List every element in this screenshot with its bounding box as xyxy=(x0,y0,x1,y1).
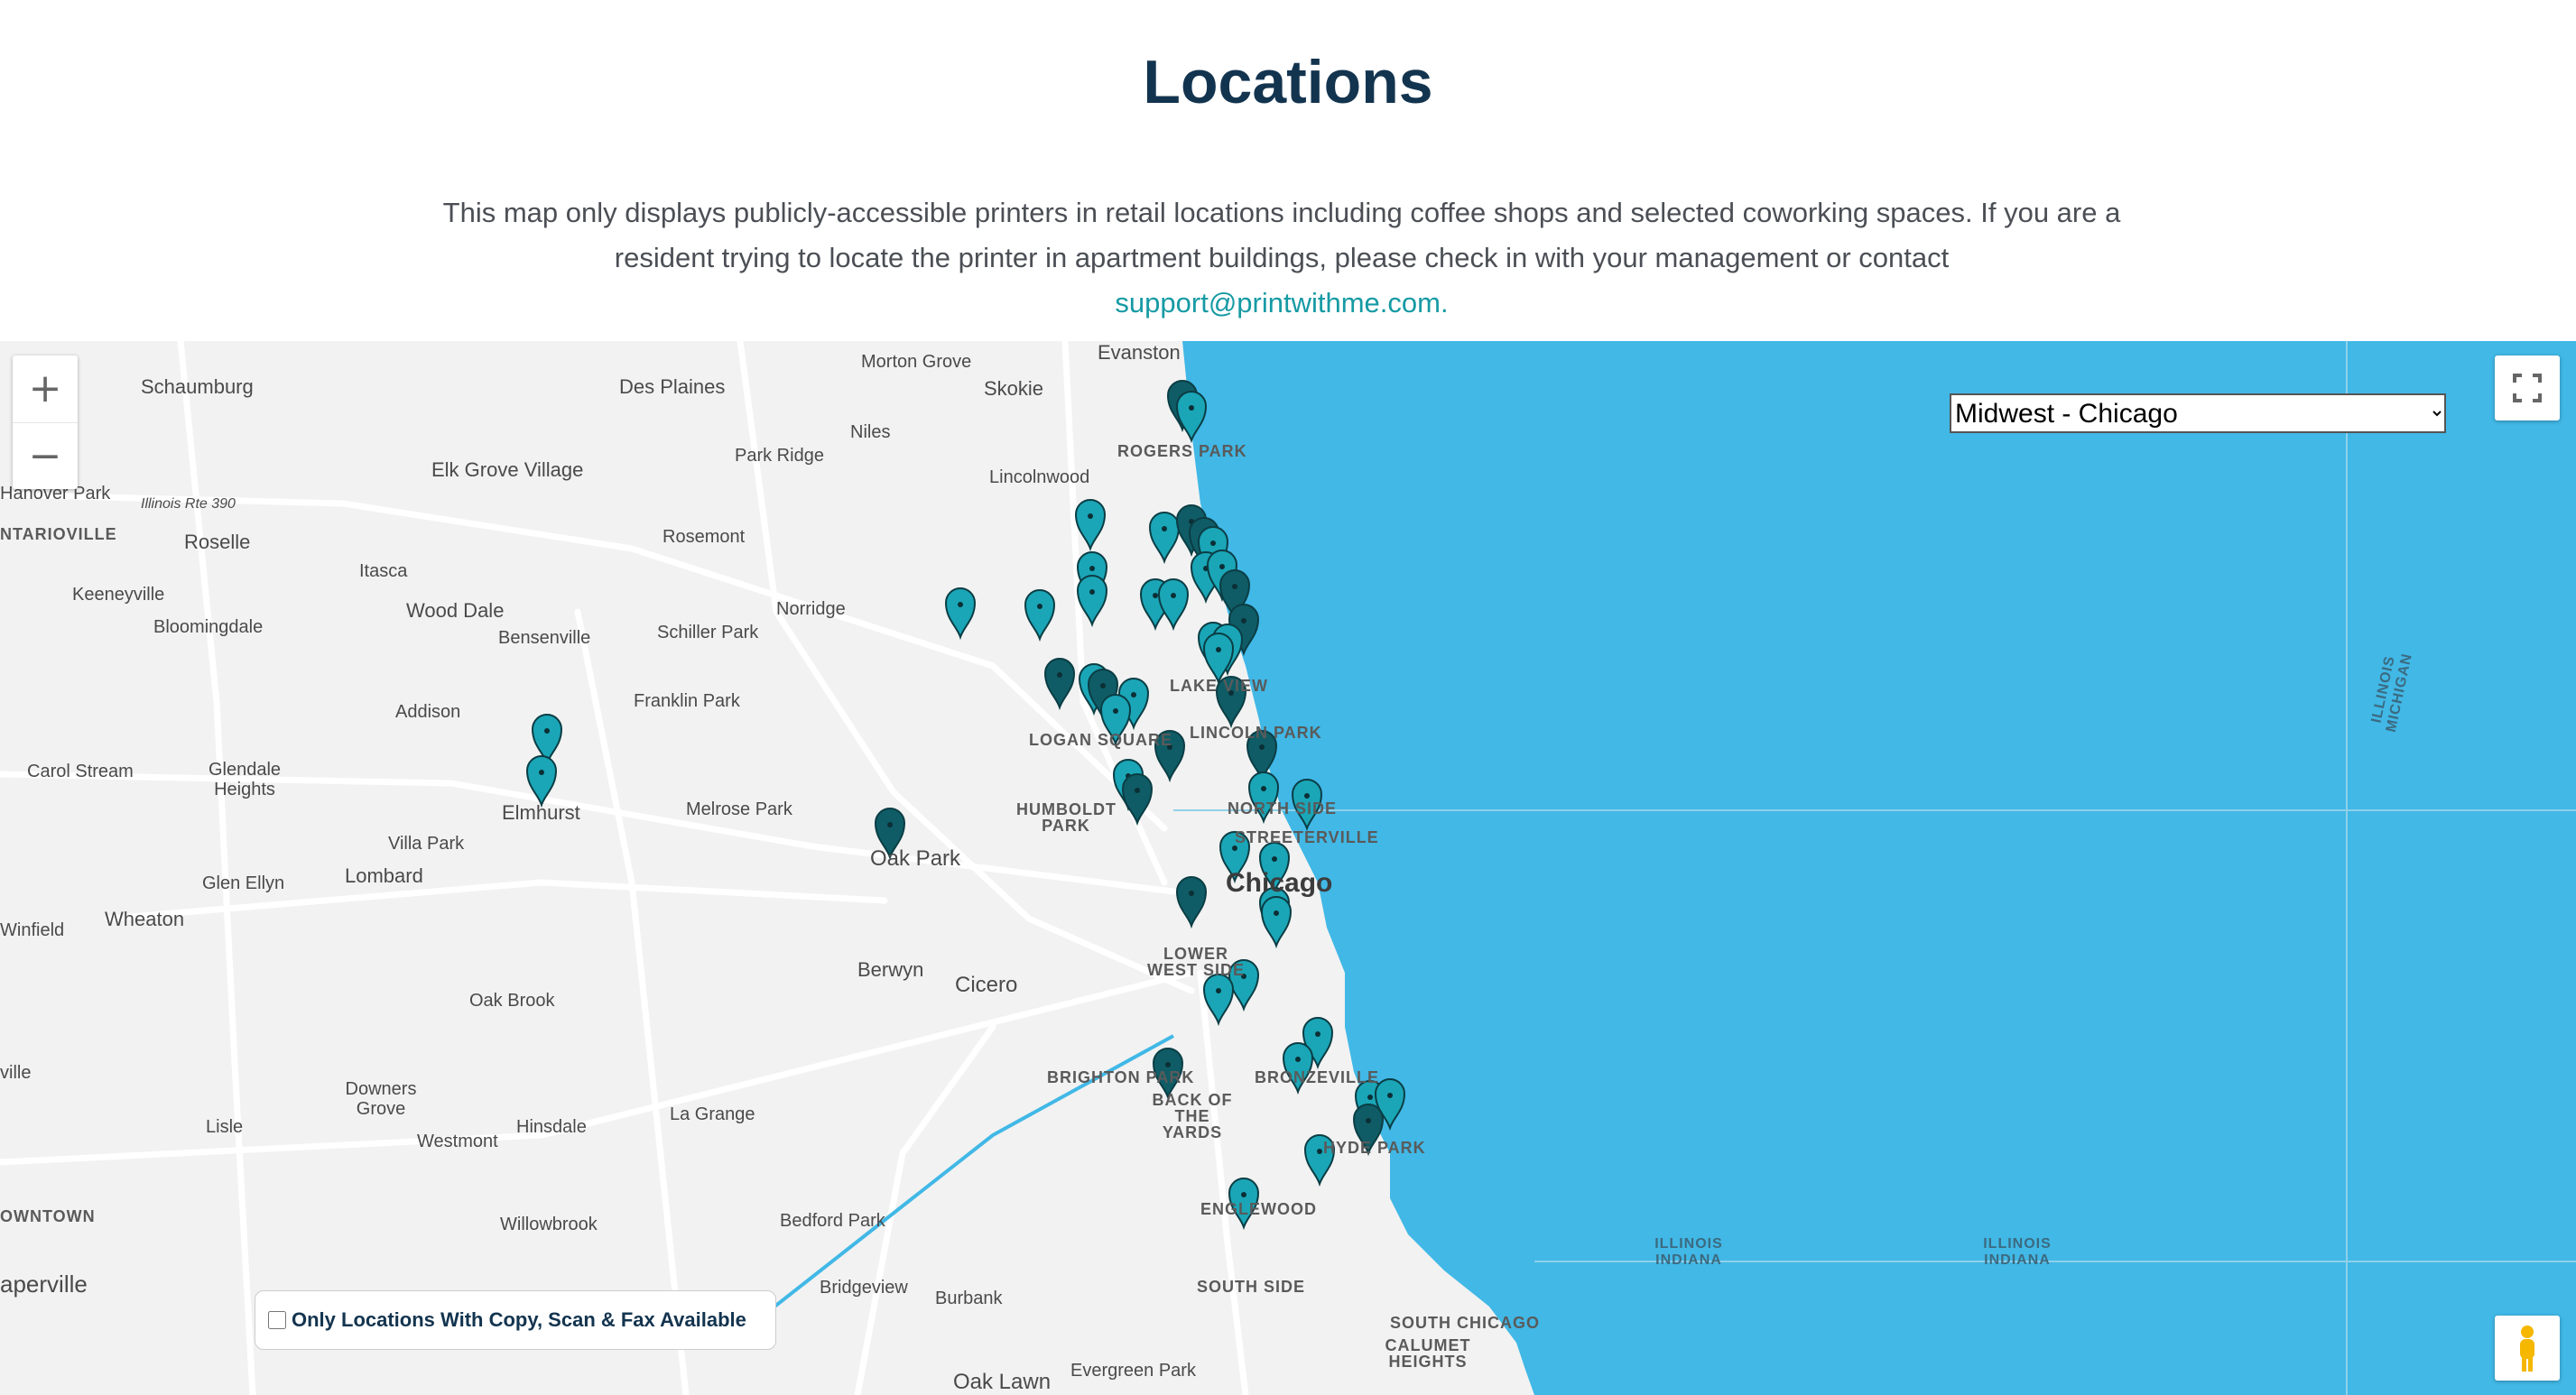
place-label: Bridgeview xyxy=(820,1278,908,1298)
map-pin-icon[interactable] xyxy=(1202,974,1235,1027)
place-label: Oak Lawn xyxy=(953,1370,1052,1394)
place-label: Berwyn xyxy=(857,958,924,981)
zoom-in-icon[interactable]: + xyxy=(13,356,78,422)
place-label: Villa Park xyxy=(388,834,465,854)
place-label: ILLINOIS INDIANA xyxy=(1654,1236,1723,1268)
map-pin-icon[interactable] xyxy=(1175,876,1208,929)
place-label: Addison xyxy=(395,702,461,722)
place-label: Elk Grove Village xyxy=(431,458,584,481)
place-label: SOUTH SIDE xyxy=(1197,1278,1306,1296)
place-label: Westmont xyxy=(417,1132,498,1151)
place-label: Winfield xyxy=(0,920,65,940)
place-label: Downers Grove xyxy=(345,1079,417,1119)
place-label: NORTH SIDE xyxy=(1228,799,1338,818)
place-label: ROGERS PARK xyxy=(1117,442,1247,460)
filter-label: Only Locations With Copy, Scan & Fax Ava… xyxy=(292,1308,746,1331)
map-pin-icon[interactable] xyxy=(944,587,977,641)
place-label: Roselle xyxy=(184,531,251,553)
place-label: Evergreen Park xyxy=(1070,1361,1196,1381)
place-label: Hinsdale xyxy=(516,1117,587,1137)
place-label: BACK OF THE YARDS xyxy=(1152,1091,1233,1141)
place-label: Chicago xyxy=(1226,868,1333,898)
zoom-out-icon[interactable]: − xyxy=(13,422,78,490)
place-label: La Grange xyxy=(670,1104,755,1124)
lake-michigan xyxy=(1182,341,2576,1395)
street-view-button[interactable] xyxy=(2495,1316,2560,1381)
map-pin-icon[interactable] xyxy=(1076,575,1108,628)
page-title: Locations xyxy=(1143,48,1433,116)
place-label: BRONZEVILLE xyxy=(1255,1068,1380,1086)
place-label: NTARIOVILLE xyxy=(0,525,117,543)
pegman-icon xyxy=(2520,1326,2534,1372)
place-label: Itasca xyxy=(359,561,408,581)
map-pin-icon[interactable] xyxy=(1024,589,1056,642)
place-label: Elmhurst xyxy=(502,801,580,824)
intro-text: This map only displays publicly-accessib… xyxy=(424,190,2139,326)
place-label: HUMBOLDT PARK xyxy=(1016,800,1117,835)
place-label: Schiller Park xyxy=(657,623,759,642)
place-label: Skokie xyxy=(984,377,1044,400)
place-label: Niles xyxy=(850,422,891,442)
place-label: Willowbrook xyxy=(500,1215,598,1234)
place-label: LOWER WEST SIDE xyxy=(1146,945,1245,979)
place-label: STREETERVILLE xyxy=(1235,828,1379,846)
map-pin-icon[interactable] xyxy=(1202,633,1235,686)
place-label: Wood Dale xyxy=(406,599,505,622)
place-label: ville xyxy=(0,1063,32,1083)
place-label: Illinois Rte 390 xyxy=(141,496,236,512)
place-label: Rosemont xyxy=(663,527,746,547)
place-label: HYDE PARK xyxy=(1323,1139,1426,1157)
fullscreen-button[interactable] xyxy=(2495,356,2560,420)
map-pin-icon[interactable] xyxy=(1043,658,1076,711)
place-label: LINCOLN PARK xyxy=(1190,724,1322,742)
region-select[interactable]: Midwest - Chicago xyxy=(1950,393,2446,433)
place-label: CALUMET HEIGHTS xyxy=(1385,1336,1471,1371)
place-label: Glen Ellyn xyxy=(202,873,285,893)
place-label: Cicero xyxy=(955,973,1018,997)
map-pin-icon[interactable] xyxy=(1148,512,1181,565)
place-label: Franklin Park xyxy=(634,691,740,711)
place-label: BRIGHTON PARK xyxy=(1047,1068,1195,1086)
place-label: ENGLEWOOD xyxy=(1200,1200,1317,1218)
place-label: Norridge xyxy=(776,599,846,619)
place-label: Glendale Heights xyxy=(208,760,282,799)
place-label: SOUTH CHICAGO xyxy=(1390,1314,1540,1332)
place-label: Oak Park xyxy=(870,846,961,871)
copy-scan-fax-filter[interactable]: Only Locations With Copy, Scan & Fax Ava… xyxy=(255,1290,776,1350)
place-label: Bensenville xyxy=(498,628,591,648)
support-email-link[interactable]: support@printwithme.com. xyxy=(1115,287,1448,319)
map-pin-icon[interactable] xyxy=(1074,499,1107,552)
place-label: Evanston xyxy=(1098,341,1181,364)
place-label: Des Plaines xyxy=(619,375,726,398)
place-label: Lisle xyxy=(206,1117,244,1137)
place-label: LAKE VIEW xyxy=(1170,677,1269,695)
place-label: Burbank xyxy=(935,1289,1003,1308)
place-label: LOGAN SQUARE xyxy=(1029,731,1173,749)
place-label: Bedford Park xyxy=(780,1211,885,1231)
copy-scan-fax-checkbox[interactable] xyxy=(268,1311,286,1329)
place-label: OWNTOWN xyxy=(0,1207,96,1225)
place-label: ILLINOIS INDIANA xyxy=(1983,1236,2052,1268)
intro-body: This map only displays publicly-accessib… xyxy=(442,197,2121,273)
fullscreen-icon xyxy=(2513,374,2542,402)
place-label: Bloomingdale xyxy=(153,617,264,637)
place-label: Schaumburg xyxy=(141,375,254,398)
place-label: Keeneyville xyxy=(72,585,165,605)
place-label: Carol Stream xyxy=(27,762,134,781)
map-pin-icon[interactable] xyxy=(1157,578,1190,632)
place-label: Oak Brook xyxy=(469,991,555,1011)
place-label: Morton Grove xyxy=(861,352,972,372)
place-label: Wheaton xyxy=(105,908,185,930)
place-label: Lombard xyxy=(345,864,423,887)
place-label: Lincolnwood xyxy=(989,467,1090,487)
place-label: Park Ridge xyxy=(735,446,824,466)
place-label: Melrose Park xyxy=(686,799,792,819)
map-pin-icon[interactable] xyxy=(1260,896,1293,949)
place-label: aperville xyxy=(0,1270,88,1298)
locations-map[interactable]: Schaumburg Des Plaines Morton Grove Evan… xyxy=(0,341,2576,1395)
zoom-control: + − xyxy=(13,356,78,489)
